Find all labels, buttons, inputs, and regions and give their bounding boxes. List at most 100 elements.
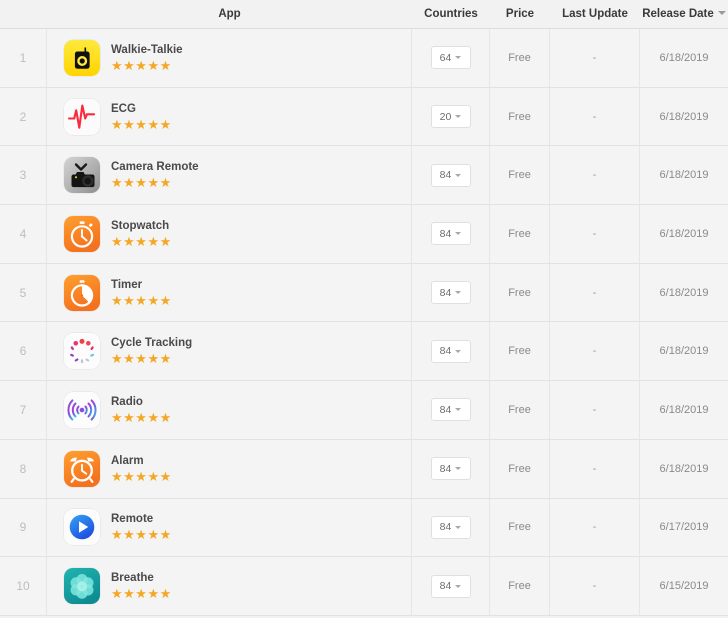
countries-cell: 64 <box>412 29 490 87</box>
last-update-cell: - <box>550 263 640 322</box>
column-header-countries[interactable]: Countries <box>412 0 490 28</box>
star-rating: ★★★★★ <box>111 292 172 308</box>
app-cell[interactable]: Cycle Tracking ★★★★★ <box>47 322 412 381</box>
app-name[interactable]: Camera Remote <box>111 160 199 174</box>
countries-dropdown[interactable]: 84 <box>430 457 471 481</box>
countries-dropdown[interactable]: 20 <box>430 105 471 129</box>
app-cell[interactable]: Remote ★★★★★ <box>47 498 412 557</box>
app-name[interactable]: Walkie-Talkie <box>111 43 183 57</box>
column-header-app[interactable]: App <box>47 0 412 28</box>
app-cell[interactable]: Stopwatch ★★★★★ <box>47 205 412 263</box>
table-row[interactable]: 4 Stopwatch ★★★★★ 84 Free -6/18/2019 <box>0 205 728 264</box>
table-row[interactable]: 1 Walkie-Talkie ★★★★★ 64 Free -6/18/2019 <box>0 29 728 88</box>
countries-value: 84 <box>439 521 452 534</box>
price-cell: Free <box>490 498 550 557</box>
price-cell: Free <box>490 205 550 263</box>
star-rating: ★★★★★ <box>111 175 172 191</box>
column-header-last-update[interactable]: Last Update <box>550 0 640 28</box>
countries-dropdown[interactable]: 64 <box>430 46 471 70</box>
app-name[interactable]: Breathe <box>111 571 172 585</box>
app-name[interactable]: ECG <box>111 102 172 116</box>
countries-dropdown[interactable]: 84 <box>430 398 471 422</box>
sort-descending-icon[interactable] <box>717 10 726 15</box>
table-row[interactable]: 10 Breathe ★★★★★ 84 Free -6/15/2019 <box>0 557 728 616</box>
column-header-release-date[interactable]: Release Date <box>640 0 728 28</box>
rank-cell: 8 <box>0 439 47 498</box>
countries-dropdown[interactable]: 84 <box>430 222 471 246</box>
chevron-down-icon[interactable] <box>455 291 462 295</box>
chevron-down-icon[interactable] <box>455 115 462 119</box>
last-update-cell: - <box>550 439 640 498</box>
table-row[interactable]: 2 ECG ★★★★★ 20 Free -6/18/2019 <box>0 87 728 147</box>
app-cell[interactable]: Breathe ★★★★★ <box>47 557 412 615</box>
chevron-down-icon[interactable] <box>455 349 462 353</box>
rank-cell: 5 <box>0 263 47 322</box>
app-name[interactable]: Remote <box>111 512 172 526</box>
app-cell[interactable]: Alarm ★★★★★ <box>47 439 412 498</box>
app-name[interactable]: Alarm <box>111 454 172 468</box>
countries-dropdown[interactable]: 84 <box>430 281 471 305</box>
release-date-cell: 6/18/2019 <box>659 227 709 240</box>
app-name[interactable]: Stopwatch <box>111 219 172 233</box>
price-cell: Free <box>490 87 550 146</box>
rank-cell: 6 <box>0 322 47 381</box>
countries-dropdown[interactable]: 84 <box>430 163 471 187</box>
star-rating: ★★★★★ <box>111 527 172 543</box>
radio-icon <box>64 391 100 428</box>
chevron-down-icon[interactable] <box>455 56 462 60</box>
countries-dropdown[interactable]: 84 <box>430 339 471 363</box>
app-cell[interactable]: Camera Remote ★★★★★ <box>47 146 412 205</box>
countries-value: 84 <box>439 345 452 358</box>
app-cell[interactable]: Timer ★★★★★ <box>47 263 412 322</box>
price-cell: Free <box>490 557 550 615</box>
star-rating: ★★★★★ <box>111 57 172 73</box>
chevron-down-icon[interactable] <box>455 584 462 588</box>
app-cell[interactable]: ECG ★★★★★ <box>47 87 412 146</box>
countries-value: 64 <box>439 51 452 64</box>
table-row[interactable]: 5 Timer ★★★★★ 84 Free -6/18/2019 <box>0 263 728 323</box>
remote-icon <box>64 509 100 546</box>
rank-cell: 1 <box>0 29 47 87</box>
countries-cell: 84 <box>412 381 490 439</box>
star-rating: ★★★★★ <box>111 116 172 132</box>
chevron-down-icon[interactable] <box>455 232 462 236</box>
chevron-down-icon[interactable] <box>455 525 462 529</box>
table-row[interactable]: 7 Radio ★★★★★ 84 Free -6/18/2019 <box>0 381 728 440</box>
table-row[interactable]: 8 Alarm ★★★★★ 84 Free -6/18/2019 <box>0 439 728 499</box>
last-update-cell: - <box>550 322 640 381</box>
price-cell: Free <box>490 322 550 381</box>
table-row[interactable]: 6 Cycle Tracking ★★★★★ 84 Free -6/18/2019 <box>0 322 728 382</box>
release-date-cell: 6/18/2019 <box>659 462 709 475</box>
countries-dropdown[interactable]: 84 <box>430 515 471 539</box>
app-ranking-table: App Countries Price Last Update Release … <box>0 0 728 618</box>
stopwatch-icon <box>64 215 100 252</box>
table-row[interactable]: 9 Remote ★★★★★ 84 Free -6/17/2019 <box>0 498 728 558</box>
table-row[interactable]: 3 Camera Remote ★★★★★ 84 Free -6/18/2019 <box>0 146 728 206</box>
chevron-down-icon[interactable] <box>455 173 462 177</box>
app-name[interactable]: Cycle Tracking <box>111 336 192 350</box>
countries-cell: 84 <box>412 146 490 205</box>
countries-cell: 84 <box>412 263 490 322</box>
column-header-price[interactable]: Price <box>490 0 550 28</box>
star-rating: ★★★★★ <box>111 233 172 249</box>
countries-value: 84 <box>439 227 452 240</box>
countries-cell: 84 <box>412 498 490 557</box>
countries-cell: 84 <box>412 322 490 381</box>
rank-cell: 7 <box>0 381 47 439</box>
walkie-talkie-icon <box>64 39 100 76</box>
chevron-down-icon[interactable] <box>455 408 462 412</box>
app-name[interactable]: Timer <box>111 278 172 292</box>
alarm-icon <box>64 450 100 487</box>
app-name[interactable]: Radio <box>111 395 172 409</box>
app-cell[interactable]: Radio ★★★★★ <box>47 381 412 439</box>
rank-cell: 10 <box>0 557 47 615</box>
countries-cell: 84 <box>412 205 490 263</box>
countries-value: 20 <box>439 110 452 123</box>
countries-value: 84 <box>439 462 452 475</box>
countries-dropdown[interactable]: 84 <box>430 574 471 598</box>
countries-value: 84 <box>439 286 452 299</box>
release-date-cell: 6/18/2019 <box>659 286 709 299</box>
table-body: 1 Walkie-Talkie ★★★★★ 64 Free -6/18/2019 2 ECG ★… <box>0 29 728 616</box>
chevron-down-icon[interactable] <box>455 467 462 471</box>
app-cell[interactable]: Walkie-Talkie ★★★★★ <box>47 29 412 87</box>
